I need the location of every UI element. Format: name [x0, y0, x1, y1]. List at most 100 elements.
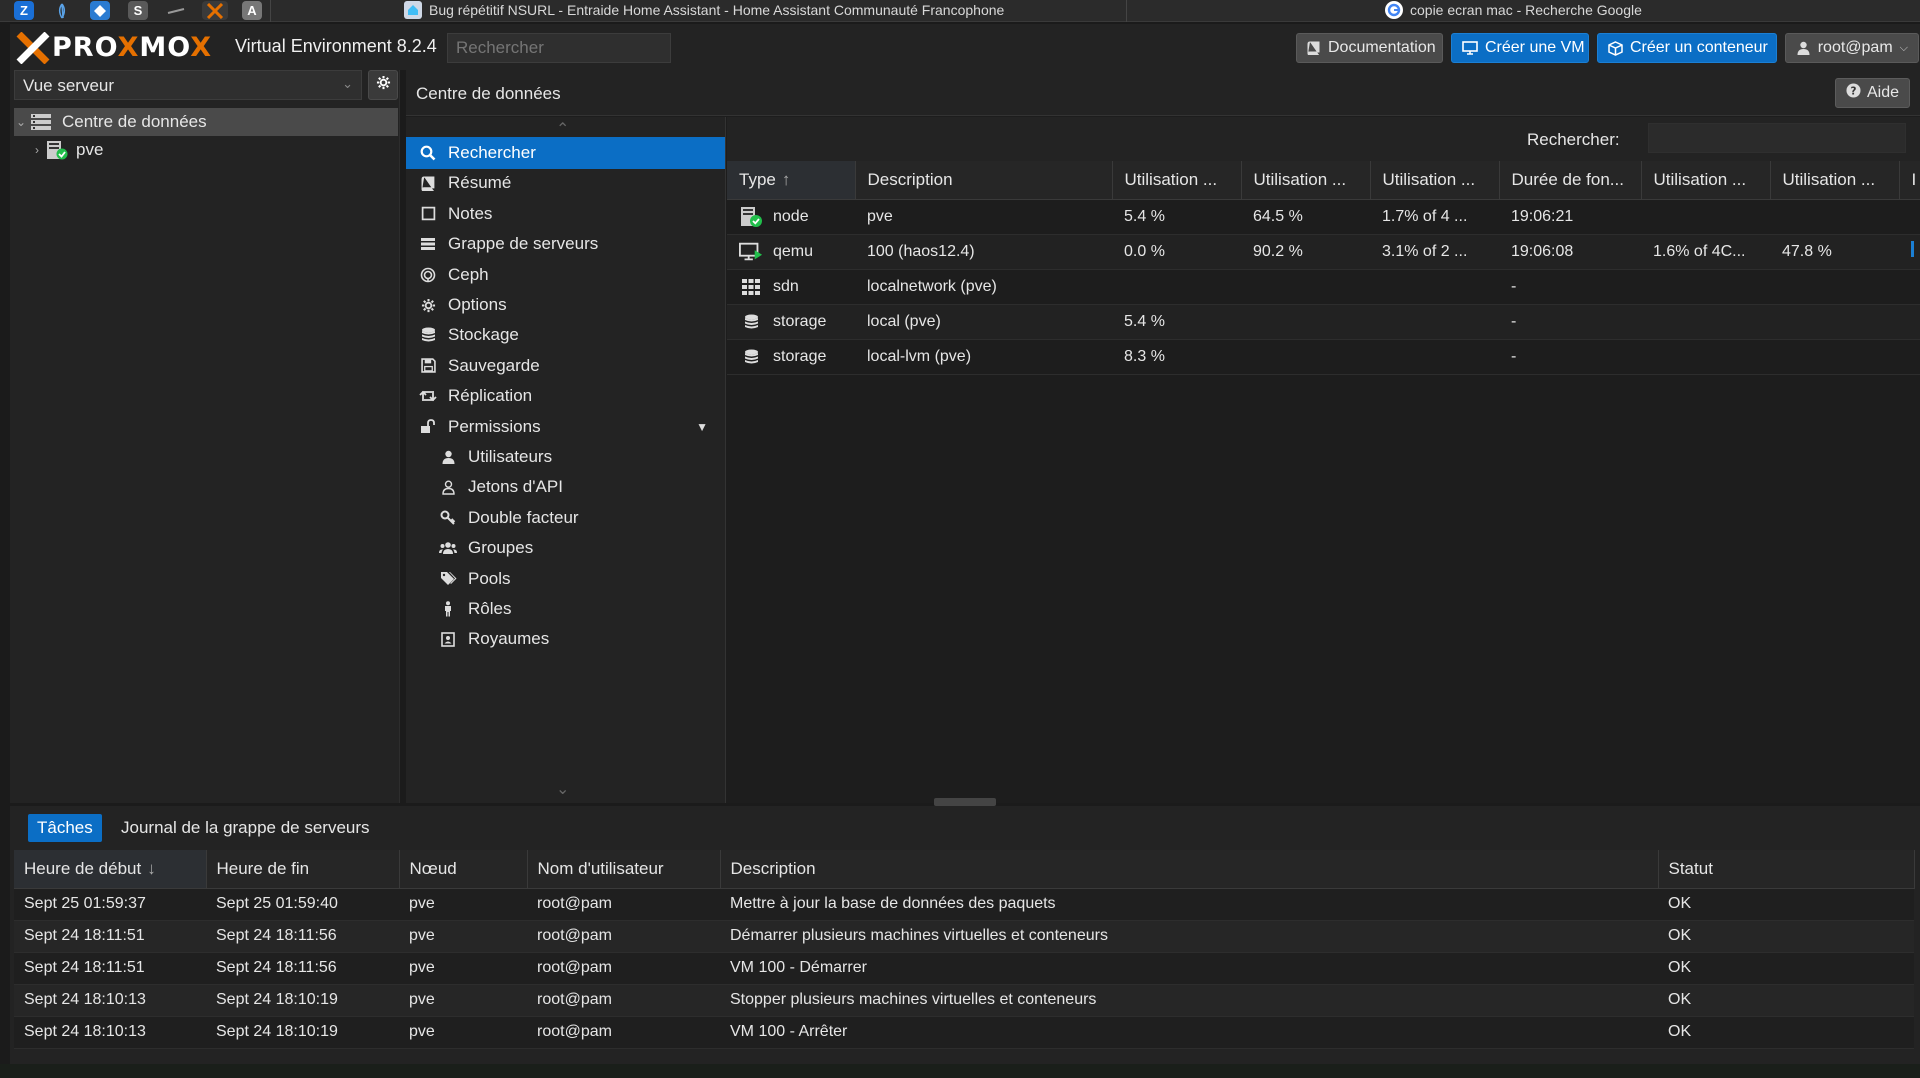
- question-circle-icon: ?: [1846, 83, 1861, 103]
- column-header-label: Utilisation ...: [1253, 169, 1347, 189]
- menu-item-rechercher[interactable]: Rechercher: [406, 137, 725, 169]
- menu-item-grappe-de-serveurs[interactable]: Grappe de serveurs: [406, 228, 725, 260]
- menu-item-double-facteur[interactable]: Double facteur: [406, 502, 725, 534]
- tab-tasks[interactable]: Tâches: [28, 814, 102, 842]
- column-header[interactable]: Utilisation ...: [1370, 161, 1500, 200]
- menu-item-options[interactable]: Options: [406, 289, 725, 321]
- menu-item-permissions[interactable]: Permissions ▼: [406, 411, 725, 443]
- menu-item-resume[interactable]: Résumé: [406, 167, 725, 199]
- browser-tab-1[interactable]: Bug répétitif NSURL - Entraide Home Assi…: [404, 1, 1004, 19]
- help-label: Aide: [1866, 84, 1899, 101]
- content-panel: Centre de données ? Aide ⌃ Rechercher Rés…: [406, 70, 1920, 803]
- create-vm-label: Créer une VM: [1485, 39, 1585, 56]
- task-column-header[interactable]: Nœud: [399, 850, 528, 889]
- app-shape-icon[interactable]: [90, 1, 110, 20]
- task-row[interactable]: Sept 25 01:59:37 Sept 25 01:59:40 pve root@…: [14, 888, 1914, 921]
- table-row[interactable]: node pve 5.4 % 64.5 % 1.7% of 4 ... 19:06:21: [727, 199, 1920, 235]
- task-cell-end: Sept 24 18:10:19: [206, 1016, 399, 1049]
- caret-down-icon[interactable]: ▼: [696, 420, 708, 434]
- tab-cluster-log[interactable]: Journal de la grappe de serveurs: [112, 814, 379, 842]
- cell-c3: [1370, 304, 1499, 340]
- view-selector[interactable]: Vue serveur ⌄: [14, 70, 362, 100]
- column-header[interactable]: I: [1899, 161, 1920, 200]
- menu-item-label: Rôles: [468, 599, 512, 618]
- browser-tab-2[interactable]: copie ecran mac - Recherche Google: [1385, 1, 1642, 19]
- documentation-button[interactable]: Documentation: [1296, 33, 1443, 63]
- column-header[interactable]: Utilisation ...: [1241, 161, 1371, 200]
- column-header[interactable]: Utilisation ...: [1770, 161, 1900, 200]
- menu-item-ceph[interactable]: Ceph: [406, 259, 725, 291]
- column-header[interactable]: Durée de fon...: [1499, 161, 1642, 200]
- table-row[interactable]: storage local-lvm (pve) 8.3 % -: [727, 339, 1920, 375]
- cell-c6: [1770, 304, 1899, 340]
- content-header: Centre de données ? Aide: [406, 70, 1920, 116]
- cell-c2: [1241, 269, 1370, 305]
- panel-splitter[interactable]: [934, 798, 996, 806]
- app-s-icon[interactable]: S: [128, 1, 148, 20]
- menu-item-label: Notes: [448, 203, 493, 223]
- cell-c2: [1241, 304, 1370, 340]
- type-cell: node: [727, 199, 855, 235]
- menu-item-roles[interactable]: Rôles: [406, 593, 725, 625]
- column-header[interactable]: Type ↑: [727, 161, 856, 200]
- menu-item-replication[interactable]: Réplication: [406, 380, 725, 412]
- chevron-right-icon[interactable]: ›: [30, 143, 44, 157]
- tab-tasks-label: Tâches: [37, 818, 93, 837]
- menu-item-pools[interactable]: Pools: [406, 563, 725, 595]
- column-header[interactable]: Utilisation ...: [1112, 161, 1242, 200]
- cell-uptime: 19:06:08: [1499, 234, 1641, 270]
- menu-item-stockage[interactable]: Stockage: [406, 319, 725, 351]
- create-ct-button[interactable]: Créer un conteneur: [1597, 33, 1777, 63]
- task-column-header[interactable]: Statut: [1658, 850, 1915, 889]
- task-row[interactable]: Sept 24 18:11:51 Sept 24 18:11:56 pve root@…: [14, 920, 1914, 953]
- menu-item-royaumes[interactable]: Royaumes: [406, 623, 725, 655]
- column-header[interactable]: Utilisation ...: [1641, 161, 1771, 200]
- app-feather-icon[interactable]: [52, 1, 72, 20]
- menu-item-groupes[interactable]: Groupes: [406, 532, 725, 564]
- menu-item-label: Royaumes: [468, 629, 550, 649]
- column-header[interactable]: Description: [855, 161, 1113, 200]
- help-button[interactable]: ? Aide: [1834, 78, 1910, 108]
- view-settings-button[interactable]: [368, 70, 398, 100]
- top-search-input[interactable]: [447, 33, 671, 63]
- task-column-header[interactable]: Description: [720, 850, 1659, 889]
- app-a-icon[interactable]: A: [242, 1, 262, 20]
- scroll-down-icon[interactable]: ⌄: [556, 779, 569, 799]
- node-online-icon: [46, 140, 70, 160]
- cell-c5: [1641, 269, 1770, 305]
- scroll-up-icon[interactable]: ⌃: [556, 119, 569, 139]
- resource-table: Type ↑ Description Utilisation ... Utilisati…: [727, 161, 1920, 375]
- task-column-header[interactable]: Heure de début ↓: [14, 850, 207, 889]
- menu-item-utilisateurs[interactable]: Utilisateurs: [406, 441, 725, 473]
- cell-c1: 0.0 %: [1112, 234, 1241, 270]
- create-vm-button[interactable]: Créer une VM: [1451, 33, 1589, 63]
- task-cell-status: OK: [1658, 888, 1914, 921]
- type-cell-content: storage: [739, 311, 843, 333]
- table-row[interactable]: storage local (pve) 5.4 % -: [727, 304, 1920, 340]
- tree-item-datacenter[interactable]: ⌄ Centre de données: [14, 108, 398, 136]
- tree-item-node-pve[interactable]: › pve: [14, 136, 398, 164]
- user-menu-button[interactable]: root@pam ⌵: [1785, 33, 1919, 63]
- task-row[interactable]: Sept 24 18:10:13 Sept 24 18:10:19 pve root@…: [14, 1016, 1914, 1049]
- grid-search-input[interactable]: [1648, 123, 1906, 153]
- table-row[interactable]: sdn localnetwork (pve) -: [727, 269, 1920, 305]
- menu-item-sauvegarde[interactable]: Sauvegarde: [406, 350, 725, 382]
- proxmox-logo[interactable]: PROXMOX: [16, 31, 212, 65]
- task-row[interactable]: Sept 24 18:11:51 Sept 24 18:11:56 pve root@…: [14, 952, 1914, 985]
- app-pen-icon[interactable]: [166, 1, 186, 20]
- cube-icon: [1608, 40, 1623, 56]
- menu-item-label: Utilisateurs: [468, 447, 553, 466]
- task-panel: Tâches Journal de la grappe de serveurs …: [10, 806, 1920, 1064]
- chevron-down-icon[interactable]: ⌄: [14, 115, 28, 129]
- task-row[interactable]: Sept 24 18:10:13 Sept 24 18:10:19 pve root@…: [14, 984, 1914, 1017]
- app-proxmox-icon[interactable]: [202, 1, 228, 20]
- task-cell-user: root@pam: [527, 952, 720, 985]
- task-column-header[interactable]: Nom d'utilisateur: [527, 850, 721, 889]
- task-column-header[interactable]: Heure de fin: [206, 850, 400, 889]
- menu-item-notes[interactable]: Notes: [406, 198, 725, 230]
- grid-search-label: Rechercher:: [1527, 130, 1620, 149]
- table-row[interactable]: qemu 100 (haos12.4) 0.0 % 90.2 % 3.1% of 2 .…: [727, 234, 1920, 270]
- menu-item-jetons-d-api[interactable]: Jetons d'API: [406, 471, 725, 503]
- app-z-icon[interactable]: Z: [14, 1, 34, 20]
- tab-separator: [270, 0, 271, 22]
